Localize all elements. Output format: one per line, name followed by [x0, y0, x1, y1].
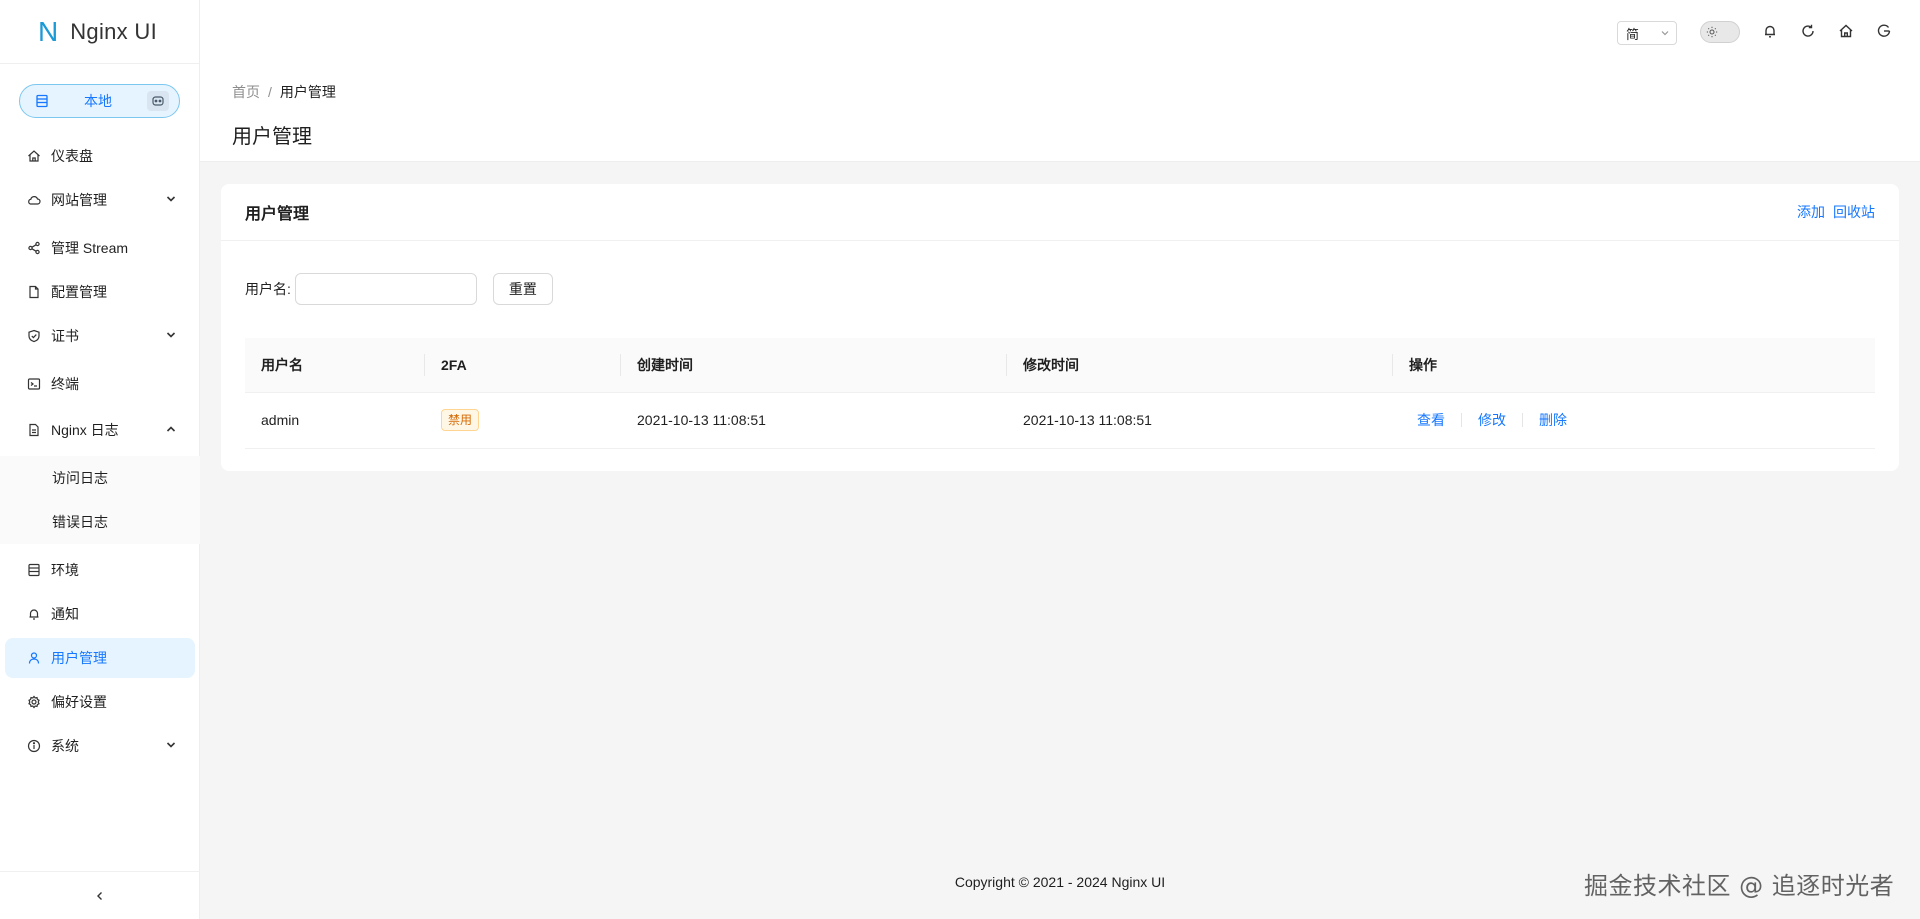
view-link[interactable]: 查看	[1409, 410, 1453, 430]
card-actions: 添加 回收站	[1797, 202, 1875, 222]
logo[interactable]: N Nginx UI	[0, 0, 199, 64]
trash-link[interactable]: 回收站	[1833, 202, 1875, 222]
page-header: 首页 / 用户管理 用户管理	[200, 64, 1920, 162]
sidebar-item-system[interactable]: 系统	[5, 726, 195, 766]
cell-updated: 2021-10-13 11:08:51	[1007, 392, 1393, 449]
sidebar-item-dashboard[interactable]: 仪表盘	[5, 136, 195, 176]
shield-check-icon	[27, 329, 41, 343]
column-header-2fa[interactable]: 2FA	[425, 338, 621, 393]
cell-2fa: 禁用	[425, 392, 621, 449]
sidebar: N Nginx UI 本地 仪表盘 网站管理 管理 Stream 配置管理 证书…	[0, 0, 200, 919]
sidebar-item-error-log[interactable]: 错误日志	[5, 502, 195, 542]
theme-toggle[interactable]	[1700, 21, 1740, 43]
file-text-icon	[27, 423, 41, 437]
card-header: 用户管理 添加 回收站	[221, 184, 1899, 241]
sidebar-item-label: 访问日志	[52, 470, 108, 486]
sidebar-item-label: 环境	[51, 562, 79, 578]
column-header-username[interactable]: 用户名	[245, 338, 425, 393]
card-title: 用户管理	[245, 206, 310, 223]
sidebar-item-certificates[interactable]: 证书	[5, 316, 195, 356]
language-select[interactable]: 简	[1617, 21, 1677, 45]
chevron-up-icon	[166, 426, 176, 432]
sidebar-item-label: 仪表盘	[51, 148, 93, 164]
sidebar-item-config[interactable]: 配置管理	[5, 272, 195, 312]
sidebar-item-label: 系统	[51, 738, 79, 754]
logout-icon[interactable]	[1876, 23, 1892, 39]
bell-icon[interactable]	[1762, 23, 1778, 39]
watermark: 掘金技术社区 @ 追逐时光者	[1584, 872, 1895, 900]
sidebar-item-label: 配置管理	[51, 284, 107, 300]
server-icon	[27, 563, 41, 577]
table-row: admin 禁用 2021-10-13 11:08:51 2021-10-13 …	[245, 392, 1875, 449]
sidebar-item-terminal[interactable]: 终端	[5, 364, 195, 404]
cell-created: 2021-10-13 11:08:51	[621, 392, 1007, 449]
column-header-updated[interactable]: 修改时间	[1007, 338, 1393, 393]
sidebar-item-label: 管理 Stream	[51, 240, 129, 256]
server-icon	[35, 94, 49, 108]
language-value: 简	[1626, 26, 1640, 42]
sidebar-item-preferences[interactable]: 偏好设置	[5, 682, 195, 722]
sidebar-item-label: 终端	[51, 376, 79, 392]
sun-icon	[1704, 24, 1720, 40]
reset-button[interactable]: 重置	[492, 273, 553, 305]
breadcrumb-current: 用户管理	[279, 84, 336, 100]
table-header-row: 用户名 2FA 创建时间 修改时间 操作	[245, 338, 1875, 393]
page-title: 用户管理	[232, 126, 312, 148]
edit-link[interactable]: 修改	[1470, 410, 1514, 430]
logo-mark: N	[38, 15, 59, 47]
search-form: 用户名: 重置	[245, 273, 553, 305]
users-card: 用户管理 添加 回收站 用户名: 重置 用户名 2FA 创建时间 修改时间 操作…	[221, 184, 1899, 471]
sidebar-item-label: 用户管理	[51, 650, 107, 666]
sidebar-item-access-log[interactable]: 访问日志	[5, 458, 195, 498]
breadcrumb: 首页 / 用户管理	[232, 82, 336, 102]
chevron-down-icon	[166, 332, 176, 338]
breadcrumb-separator: /	[268, 84, 272, 100]
status-badge: 禁用	[441, 409, 480, 431]
users-table: 用户名 2FA 创建时间 修改时间 操作 admin 禁用 2021-10-13…	[245, 338, 1875, 449]
robot-icon[interactable]	[147, 91, 169, 111]
environment-label: 本地	[84, 93, 112, 109]
share-icon	[27, 241, 41, 255]
username-filter-label: 用户名:	[245, 281, 291, 297]
chevron-down-icon	[166, 742, 176, 748]
delete-link[interactable]: 删除	[1531, 410, 1575, 430]
cell-actions: 查看 修改 删除	[1393, 392, 1875, 449]
sidebar-item-stream[interactable]: 管理 Stream	[5, 228, 195, 268]
cell-username: admin	[245, 392, 425, 449]
chevron-down-icon	[166, 196, 176, 202]
sidebar-item-label: 偏好设置	[51, 694, 107, 710]
chevron-left-icon	[97, 891, 102, 900]
file-icon	[27, 285, 41, 299]
sidebar-item-label: 证书	[51, 328, 79, 344]
add-user-link[interactable]: 添加	[1797, 202, 1825, 222]
sidebar-item-users[interactable]: 用户管理	[5, 638, 195, 678]
column-header-created[interactable]: 创建时间	[621, 338, 1007, 393]
sidebar-item-environment[interactable]: 环境	[5, 550, 195, 590]
environment-selector[interactable]: 本地	[19, 84, 180, 118]
sidebar-item-notifications[interactable]: 通知	[5, 594, 195, 634]
username-filter-input[interactable]	[294, 273, 477, 305]
collapse-sidebar-button[interactable]	[0, 871, 200, 919]
sidebar-item-label: Nginx 日志	[51, 422, 119, 438]
user-icon	[27, 651, 41, 665]
info-icon	[27, 739, 41, 753]
sidebar-item-label: 错误日志	[52, 514, 108, 530]
top-header: 简	[200, 0, 1920, 64]
sidebar-item-sites[interactable]: 网站管理	[5, 180, 195, 220]
terminal-icon	[27, 377, 41, 391]
chevron-down-icon	[1661, 31, 1669, 36]
reload-icon[interactable]	[1800, 23, 1816, 39]
gear-icon	[27, 695, 41, 709]
sidebar-item-label: 通知	[51, 606, 79, 622]
breadcrumb-home[interactable]: 首页	[232, 84, 260, 100]
bell-icon	[27, 607, 41, 621]
cloud-icon	[27, 193, 41, 207]
sidebar-item-nginx-log[interactable]: Nginx 日志	[5, 410, 195, 450]
sidebar-item-label: 网站管理	[51, 192, 107, 208]
home-icon[interactable]	[1838, 23, 1854, 39]
column-header-actions: 操作	[1393, 338, 1875, 393]
home-icon	[27, 149, 41, 163]
app-name: Nginx UI	[70, 18, 157, 44]
